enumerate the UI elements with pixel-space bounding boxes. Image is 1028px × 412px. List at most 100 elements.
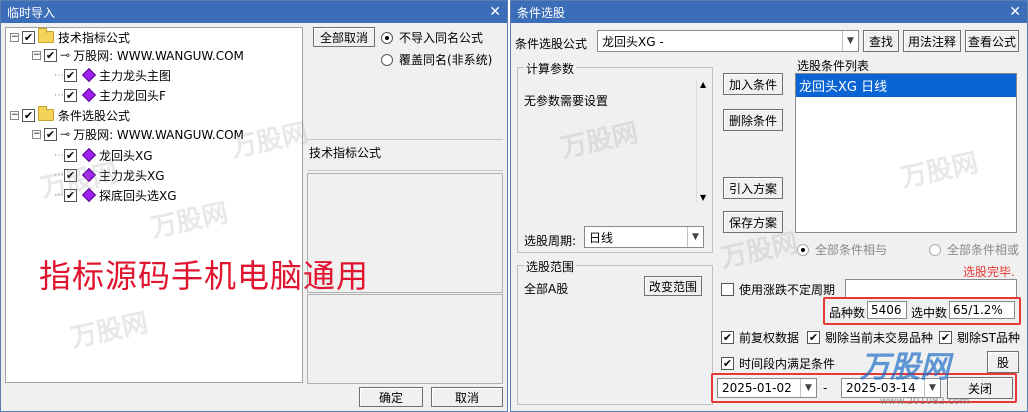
collapse-icon[interactable]: − xyxy=(32,50,41,60)
usage-notes-button[interactable]: 用法注释 xyxy=(903,30,961,52)
scroll-down-icon[interactable]: ▼ xyxy=(700,193,706,202)
pre-adjust-checkbox[interactable]: ✔ 前复权数据 xyxy=(721,329,799,346)
info-label: 技术指标公式 xyxy=(309,146,382,160)
tree-node-source[interactable]: − ✔ ⊸ 万股网: WWW.WANGUW.COM xyxy=(32,125,244,143)
tree-node-formula[interactable]: ⋯ ✔ 主力龙头主图 xyxy=(54,66,171,84)
checkbox[interactable]: ✔ xyxy=(721,331,734,344)
exclude-st-checkbox[interactable]: ✔ 剔除ST品种 xyxy=(939,329,1020,346)
key-icon: ⊸ xyxy=(60,127,71,141)
collapse-icon[interactable]: − xyxy=(32,129,41,139)
tree-node-condition-folder[interactable]: − ✔ 条件选股公式 xyxy=(10,106,130,124)
radio-icon xyxy=(797,243,809,256)
checkbox[interactable]: ✔ xyxy=(64,168,77,182)
formula-select-value: 龙回头XG - xyxy=(602,34,664,49)
screening-title: 条件选股 xyxy=(517,5,566,20)
import-dialog-titlebar[interactable]: 临时导入 ✕ xyxy=(1,1,507,23)
no-params-text: 无参数需要设置 xyxy=(524,94,609,108)
tree-node-label: 条件选股公式 xyxy=(58,108,131,123)
radio-icon xyxy=(381,31,393,44)
tree-node-formula[interactable]: ⋯ ✔ 主力龙回头F xyxy=(54,86,166,104)
checkbox[interactable]: ✔ xyxy=(22,30,35,44)
formula-label: 条件选股公式 xyxy=(515,37,588,51)
tree-node-label: 主力龙头XG xyxy=(99,168,165,183)
end-date-value: 2025-03-14 xyxy=(846,381,916,395)
tree-node-label: 主力龙头主图 xyxy=(99,68,172,83)
start-date-picker[interactable]: 2025-01-02 ▼ xyxy=(717,378,817,398)
formula-select[interactable]: 龙回头XG - ▼ xyxy=(597,30,859,52)
conditions-list-label: 选股条件列表 xyxy=(797,59,870,73)
stock-pick-button[interactable]: 股 xyxy=(987,351,1019,373)
delete-condition-button[interactable]: 删除条件 xyxy=(723,109,783,131)
checkbox[interactable]: ✔ xyxy=(64,188,77,202)
radio-icon xyxy=(929,243,941,256)
chevron-down-icon[interactable]: ▼ xyxy=(800,379,816,397)
collapse-icon[interactable]: − xyxy=(10,110,19,120)
checkbox[interactable]: ✔ xyxy=(807,331,820,344)
radio-all-or[interactable]: 全部条件相或 xyxy=(929,241,1019,258)
chevron-down-icon[interactable]: ▼ xyxy=(842,31,858,51)
checkbox[interactable]: ✔ xyxy=(22,108,35,122)
screening-titlebar[interactable]: 条件选股 ✕ xyxy=(511,1,1027,23)
tree-node-formula[interactable]: ⋯ ✔ 主力龙头XG xyxy=(54,166,165,184)
end-date-picker[interactable]: 2025-03-14 ▼ xyxy=(841,378,941,398)
ok-button[interactable]: 确定 xyxy=(359,387,423,407)
checkbox[interactable]: ✔ xyxy=(64,148,77,162)
checkbox[interactable]: ✔ xyxy=(64,88,77,102)
view-formula-button[interactable]: 查看公式 xyxy=(965,30,1019,52)
formula-tree[interactable]: − ✔ 技术指标公式 − ✔ ⊸ 万股网: WWW.WANGUW.COM ⋯ ✔… xyxy=(5,27,303,383)
period-select[interactable]: 日线 ▼ xyxy=(584,226,704,248)
checkbox-label: 剔除当前未交易品种 xyxy=(825,331,934,345)
time-condition-checkbox[interactable]: ✔ 时间段内满足条件 xyxy=(721,355,835,372)
tree-node-indicator-folder[interactable]: − ✔ 技术指标公式 xyxy=(10,28,130,46)
condition-item[interactable]: 龙回头XG 日线 xyxy=(796,74,1016,97)
checkbox[interactable]: ✔ xyxy=(64,68,77,82)
checkbox[interactable] xyxy=(721,283,734,296)
status-text: 选股完毕. xyxy=(963,265,1015,279)
collapse-icon[interactable]: − xyxy=(10,32,19,42)
radio-icon xyxy=(381,53,393,66)
checkbox[interactable]: ✔ xyxy=(44,48,57,62)
radio-all-and[interactable]: 全部条件相与 xyxy=(797,241,887,258)
close-icon[interactable]: ✕ xyxy=(489,5,501,19)
key-icon: ⊸ xyxy=(60,48,71,62)
cancel-button[interactable]: 取消 xyxy=(431,387,503,407)
change-range-button[interactable]: 改变范围 xyxy=(644,276,702,296)
deselect-all-button[interactable]: 全部取消 xyxy=(313,27,375,47)
info-header: 技术指标公式 xyxy=(307,139,503,171)
promo-overlay-text: 指标源码手机电脑通用 xyxy=(39,257,370,295)
selected-value: 65/1.2% xyxy=(949,301,1015,319)
tree-node-source[interactable]: − ✔ ⊸ 万股网: WWW.WANGUW.COM xyxy=(32,46,244,64)
checkbox-label: 时间段内满足条件 xyxy=(739,357,836,371)
tree-line: ⋯ xyxy=(54,89,64,101)
radio-no-import[interactable]: 不导入同名公式 xyxy=(381,29,483,46)
radio-label: 覆盖同名(非系统) xyxy=(399,53,493,67)
add-condition-button[interactable]: 加入条件 xyxy=(723,73,783,95)
params-scrollbar[interactable]: ▲ ▼ xyxy=(696,80,710,202)
stock-screening-dialog: 条件选股 ✕ 条件选股公式 龙回头XG - ▼ 查找 用法注释 查看公式 计算参… xyxy=(510,0,1028,412)
radio-label: 全部条件相或 xyxy=(947,243,1020,257)
scroll-up-icon[interactable]: ▲ xyxy=(700,80,706,89)
chevron-down-icon[interactable]: ▼ xyxy=(924,379,940,397)
close-button[interactable]: 关闭 xyxy=(947,377,1013,399)
radio-overwrite[interactable]: 覆盖同名(非系统) xyxy=(381,51,492,68)
chevron-down-icon[interactable]: ▼ xyxy=(687,227,703,247)
exclude-untraded-checkbox[interactable]: ✔ 剔除当前未交易品种 xyxy=(807,329,933,346)
tree-line: ⋯ xyxy=(54,69,64,81)
save-plan-button[interactable]: 保存方案 xyxy=(723,211,783,233)
checkbox[interactable]: ✔ xyxy=(44,127,57,141)
find-button[interactable]: 查找 xyxy=(863,30,899,52)
preview-panel xyxy=(307,294,503,384)
checkbox[interactable]: ✔ xyxy=(721,357,734,370)
date-range-separator: - xyxy=(823,381,828,395)
tree-node-formula[interactable]: ⋯ ✔ 探底回头选XG xyxy=(54,186,177,204)
tree-line: ⋯ xyxy=(54,149,64,161)
import-dialog-title: 临时导入 xyxy=(7,5,56,20)
tree-node-formula[interactable]: ⋯ ✔ 龙回头XG xyxy=(54,146,153,164)
import-plan-button[interactable]: 引入方案 xyxy=(723,177,783,199)
period-select-value: 日线 xyxy=(589,230,614,245)
close-icon[interactable]: ✕ xyxy=(1009,5,1021,19)
period-input[interactable] xyxy=(845,279,1017,299)
conditions-list[interactable]: 龙回头XG 日线 xyxy=(795,73,1017,233)
checkbox[interactable]: ✔ xyxy=(939,331,952,344)
use-period-checkbox[interactable]: 使用涨跌不定周期 xyxy=(721,281,835,298)
